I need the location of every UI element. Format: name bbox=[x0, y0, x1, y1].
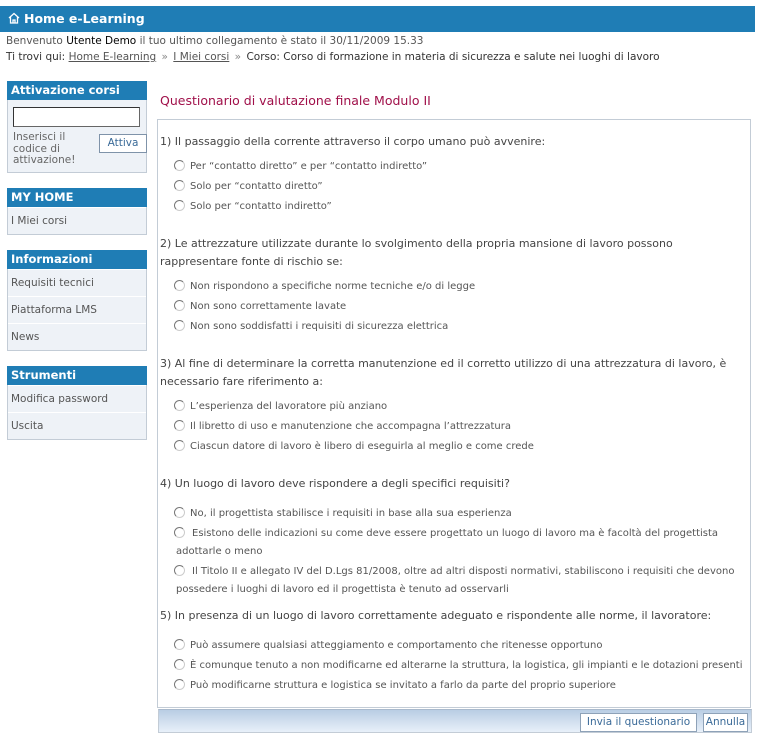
sidebar-item-my-courses[interactable]: I Miei corsi bbox=[8, 207, 146, 234]
my-home-title: MY HOME bbox=[7, 188, 147, 207]
header-title[interactable]: Home e-Learning bbox=[24, 11, 145, 26]
sidebar-item-technical-requirements[interactable]: Requisiti tecnici bbox=[8, 269, 146, 296]
question-text: 5) In presenza di un luogo di lavoro cor… bbox=[160, 609, 712, 622]
radio-button[interactable] bbox=[174, 180, 185, 191]
submit-questionnaire-button[interactable]: Invia il questionario bbox=[580, 713, 697, 732]
activation-code-input[interactable] bbox=[13, 107, 140, 127]
radio-button[interactable] bbox=[174, 320, 185, 331]
option-label[interactable]: No, il progettista stabilisce i requisit… bbox=[190, 508, 512, 519]
tools-box: Strumenti Modifica password Uscita bbox=[7, 366, 147, 440]
breadcrumb-separator: » bbox=[161, 51, 168, 63]
info-box: Informazioni Requisiti tecnici Piattafor… bbox=[7, 250, 147, 351]
option-label[interactable]: Può assumere qualsiasi atteggiamento e c… bbox=[190, 640, 602, 651]
radio-button[interactable] bbox=[174, 200, 185, 211]
question-text: 2) Le attrezzature utilizzate durante lo… bbox=[160, 237, 673, 268]
welcome-prefix: Benvenuto bbox=[6, 35, 63, 47]
radio-button[interactable] bbox=[174, 280, 185, 291]
my-home-box: MY HOME I Miei corsi bbox=[7, 188, 147, 235]
question-1: 1) Il passaggio della corrente attravers… bbox=[160, 133, 750, 216]
question-text: 4) Un luogo di lavoro deve rispondere a … bbox=[160, 477, 510, 490]
activate-button[interactable]: Attiva bbox=[99, 134, 147, 153]
sidebar-item-logout[interactable]: Uscita bbox=[8, 412, 146, 439]
option-label[interactable]: L’esperienza del lavoratore più anziano bbox=[190, 401, 387, 412]
question-2: 2) Le attrezzature utilizzate durante lo… bbox=[160, 235, 750, 336]
option-label[interactable]: Non sono correttamente lavate bbox=[190, 301, 346, 312]
user-name: Utente Demo bbox=[66, 35, 137, 47]
radio-button[interactable] bbox=[174, 639, 185, 650]
sidebar-item-change-password[interactable]: Modifica password bbox=[8, 385, 146, 412]
activation-title: Attivazione corsi bbox=[7, 81, 147, 100]
cancel-button[interactable]: Annulla bbox=[703, 713, 748, 732]
info-title: Informazioni bbox=[7, 250, 147, 269]
option-label[interactable]: Il Titolo II e allegato IV del D.Lgs 81/… bbox=[176, 566, 734, 595]
breadcrumb-courses-link[interactable]: I Miei corsi bbox=[173, 51, 229, 63]
radio-button[interactable] bbox=[174, 300, 185, 311]
option-label[interactable]: Ciascun datore di lavoro è libero di ese… bbox=[190, 441, 534, 452]
option-label[interactable]: È comunque tenuto a non modificarne ed a… bbox=[190, 660, 743, 671]
radio-button[interactable] bbox=[174, 420, 185, 431]
sidebar-item-lms-platform[interactable]: Piattaforma LMS bbox=[8, 296, 146, 323]
radio-button[interactable] bbox=[174, 679, 185, 690]
last-login: il tuo ultimo collegamento è stato il 30… bbox=[139, 35, 424, 47]
questionnaire-panel: 1) Il passaggio della corrente attravers… bbox=[157, 119, 752, 733]
radio-button[interactable] bbox=[174, 507, 185, 518]
question-text: 3) Al fine di determinare la corretta ma… bbox=[160, 357, 727, 388]
tools-title: Strumenti bbox=[7, 366, 147, 385]
breadcrumb-separator: » bbox=[234, 51, 242, 63]
option-label[interactable]: Non rispondono a specifiche norme tecnic… bbox=[190, 281, 475, 292]
activation-box: Attivazione corsi Inserisci il codice di… bbox=[7, 81, 147, 173]
question-4: 4) Un luogo di lavoro deve rispondere a … bbox=[160, 475, 750, 599]
breadcrumb-home-link[interactable]: Home E-learning bbox=[69, 51, 157, 63]
sidebar-item-news[interactable]: News bbox=[8, 323, 146, 350]
radio-button[interactable] bbox=[174, 565, 185, 576]
question-3: 3) Al fine di determinare la corretta ma… bbox=[160, 355, 750, 456]
home-icon bbox=[8, 12, 20, 24]
option-label[interactable]: Solo per “contatto indiretto” bbox=[190, 201, 332, 212]
welcome-message: Benvenuto Utente Demo il tuo ultimo coll… bbox=[6, 35, 423, 47]
question-text: 1) Il passaggio della corrente attravers… bbox=[160, 135, 546, 148]
option-label[interactable]: Non sono soddisfatti i requisiti di sicu… bbox=[190, 321, 448, 332]
form-footer: Invia il questionario Annulla bbox=[158, 709, 752, 733]
question-5: 5) In presenza di un luogo di lavoro cor… bbox=[160, 607, 750, 695]
option-label[interactable]: Solo per “contatto diretto” bbox=[190, 181, 323, 192]
breadcrumb: Ti trovi qui: Home E-learning » I Miei c… bbox=[6, 51, 660, 63]
activation-hint: Inserisci il codice di attivazione! bbox=[13, 131, 76, 166]
radio-button[interactable] bbox=[174, 440, 185, 451]
sidebar: Attivazione corsi Inserisci il codice di… bbox=[7, 81, 147, 455]
header-bar: Home e-Learning bbox=[0, 6, 755, 32]
option-label[interactable]: Il libretto di uso e manutenzione che ac… bbox=[190, 421, 511, 432]
radio-button[interactable] bbox=[174, 527, 185, 538]
radio-button[interactable] bbox=[174, 659, 185, 670]
breadcrumb-label: Ti trovi qui: bbox=[6, 51, 66, 63]
option-label[interactable]: Esistono delle indicazioni su come deve … bbox=[176, 528, 718, 557]
page-title: Questionario di valutazione finale Modul… bbox=[160, 93, 431, 108]
option-label[interactable]: Per “contatto diretto” e per “contatto i… bbox=[190, 161, 427, 172]
radio-button[interactable] bbox=[174, 160, 185, 171]
option-label[interactable]: Può modificarne struttura e logistica se… bbox=[190, 680, 616, 691]
breadcrumb-current: Corso: Corso di formazione in materia di… bbox=[246, 51, 660, 63]
radio-button[interactable] bbox=[174, 400, 185, 411]
